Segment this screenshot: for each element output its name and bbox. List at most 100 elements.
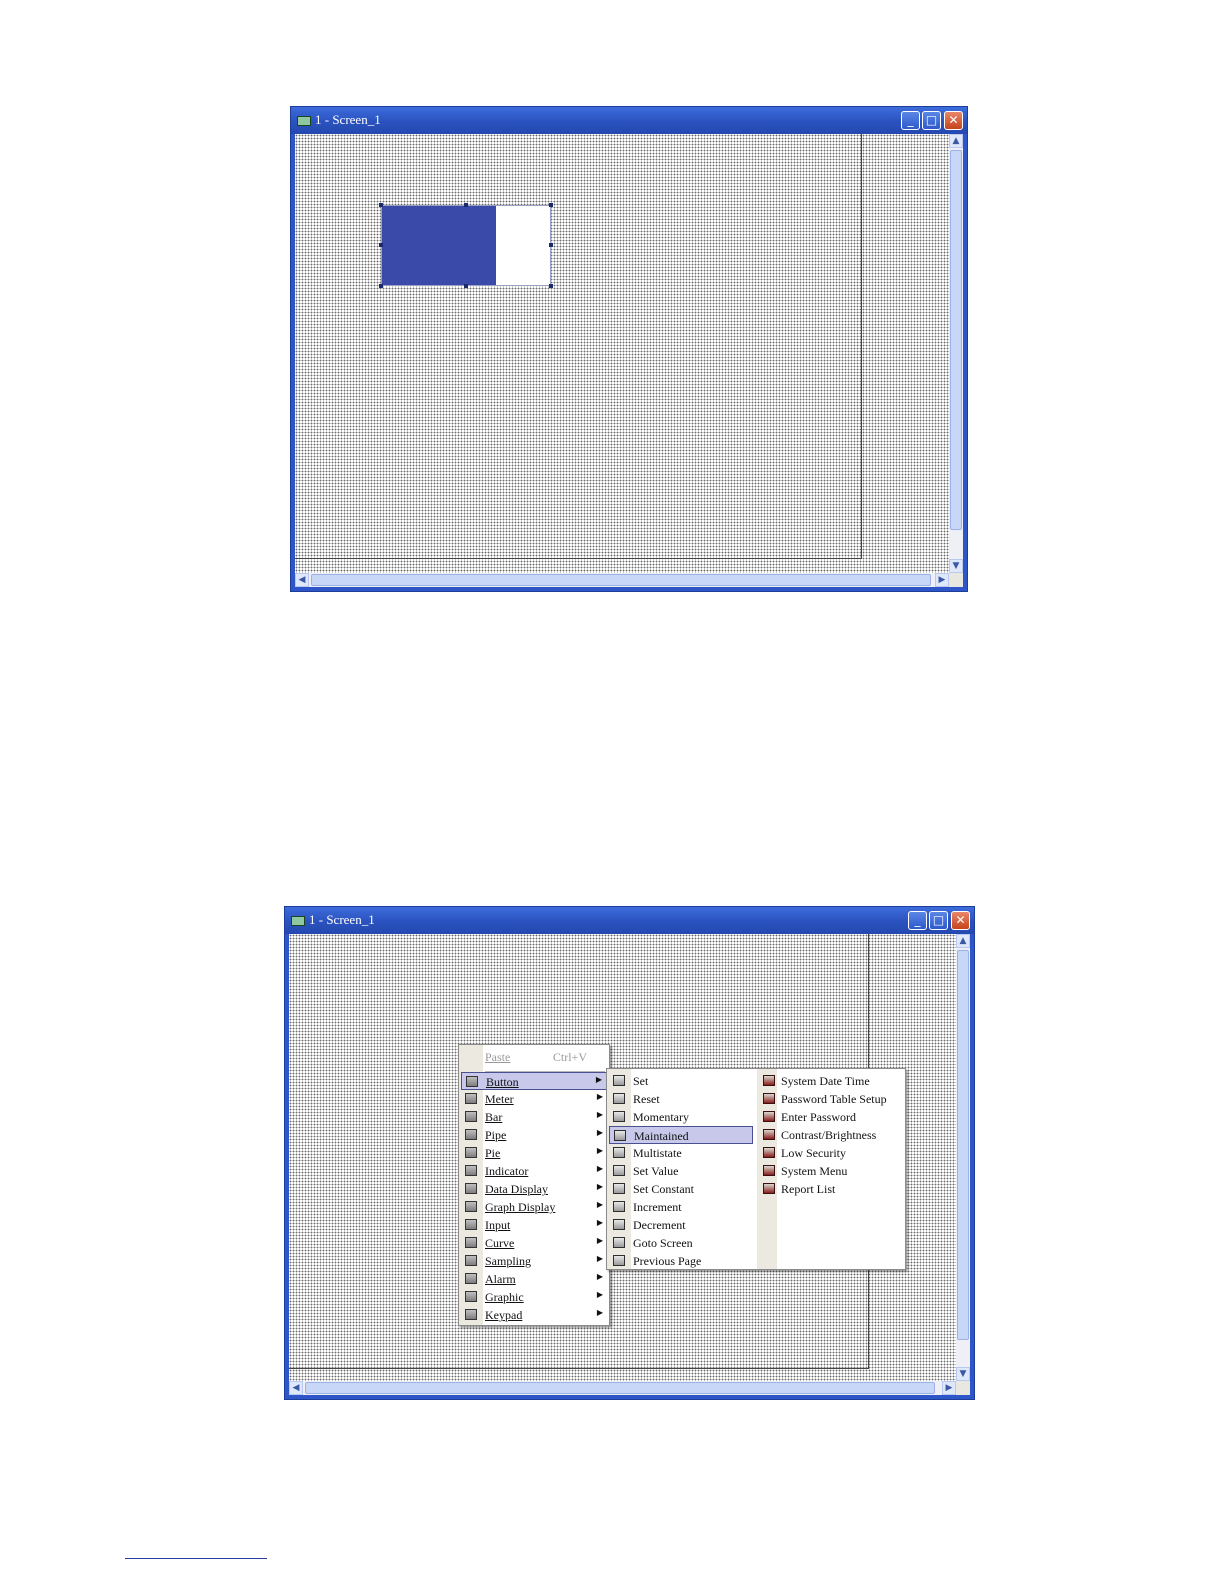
submenu-item-label: Password Table Setup — [781, 1092, 887, 1106]
menu-item-curve[interactable]: Curve ▶ — [461, 1234, 607, 1252]
menu-item-meter[interactable]: Meter ▶ — [461, 1090, 607, 1108]
vertical-scrollbar[interactable]: ▲ ▼ — [956, 934, 970, 1381]
scroll-right-button[interactable]: ▶ — [935, 573, 949, 587]
menu-item-input[interactable]: Input ▶ — [461, 1216, 607, 1234]
vertical-scroll-thumb[interactable] — [957, 950, 969, 1340]
title-bar[interactable]: 1 - Screen_1 _ □ ✕ — [291, 107, 967, 134]
menu-item-graph-display[interactable]: Graph Display ▶ — [461, 1198, 607, 1216]
horizontal-scrollbar[interactable]: ◀ ▶ — [295, 573, 949, 587]
minimize-button[interactable]: _ — [901, 111, 920, 130]
submenu-item-label: Reset — [633, 1092, 660, 1106]
button-icon — [613, 1147, 625, 1158]
scroll-left-button[interactable]: ◀ — [295, 573, 309, 587]
screen-canvas[interactable]: ▲ ▼ ◀ ▶ — [295, 134, 963, 587]
submenu-item-label: Maintained — [634, 1129, 689, 1143]
menu-item-label: Sampling — [485, 1254, 532, 1268]
submenu-item-system-menu[interactable]: System Menu — [759, 1162, 903, 1180]
submenu-item-password-table-setup[interactable]: Password Table Setup — [759, 1090, 903, 1108]
submenu-item-set-constant[interactable]: Set Constant — [609, 1180, 753, 1198]
menu-item-indicator[interactable]: Indicator ▶ — [461, 1162, 607, 1180]
scroll-down-button[interactable]: ▼ — [949, 559, 963, 573]
title-bar[interactable]: 1 - Screen_1 _ □ ✕ — [285, 907, 974, 934]
resize-handle[interactable] — [549, 284, 553, 288]
maximize-button[interactable]: □ — [929, 911, 948, 930]
submenu-item-report-list[interactable]: Report List — [759, 1180, 903, 1198]
menu-item-sampling[interactable]: Sampling ▶ — [461, 1252, 607, 1270]
menu-item-pipe[interactable]: Pipe ▶ — [461, 1126, 607, 1144]
pipe-icon — [465, 1129, 477, 1140]
submenu-item-label: Set Value — [633, 1164, 679, 1178]
submenu-item-label: Momentary — [633, 1110, 689, 1124]
system-button-icon — [763, 1147, 775, 1158]
menu-item-paste[interactable]: Paste Ctrl+V — [461, 1048, 607, 1066]
resize-handle[interactable] — [379, 243, 383, 247]
horizontal-scroll-thumb[interactable] — [305, 1382, 935, 1394]
menu-item-label: Pie — [485, 1146, 501, 1160]
menu-item-alarm[interactable]: Alarm ▶ — [461, 1270, 607, 1288]
menu-item-bar[interactable]: Bar ▶ — [461, 1108, 607, 1126]
submenu-item-set-value[interactable]: Set Value — [609, 1162, 753, 1180]
minimize-button[interactable]: _ — [908, 911, 927, 930]
menu-item-label: Button — [486, 1075, 519, 1089]
submenu-item-system-date-time[interactable]: System Date Time — [759, 1072, 903, 1090]
input-icon — [465, 1219, 477, 1230]
pie-icon — [465, 1147, 477, 1158]
button-icon — [613, 1237, 625, 1248]
menu-item-data-display[interactable]: Data Display ▶ — [461, 1180, 607, 1198]
sampling-icon — [465, 1255, 477, 1266]
meter-icon — [465, 1093, 477, 1104]
grid-area[interactable] — [295, 134, 949, 573]
scroll-right-button[interactable]: ▶ — [942, 1381, 956, 1395]
menu-item-label: Pipe — [485, 1128, 507, 1142]
screen-boundary-bottom — [295, 558, 862, 559]
resize-handle[interactable] — [549, 243, 553, 247]
resize-handle[interactable] — [464, 203, 468, 207]
vertical-scrollbar[interactable]: ▲ ▼ — [949, 134, 963, 573]
scroll-left-button[interactable]: ◀ — [289, 1381, 303, 1395]
submenu-item-low-security[interactable]: Low Security — [759, 1144, 903, 1162]
submenu-item-momentary[interactable]: Momentary — [609, 1108, 753, 1126]
horizontal-scrollbar[interactable]: ◀ ▶ — [289, 1381, 956, 1395]
submenu-item-set[interactable]: Set — [609, 1072, 753, 1090]
submenu-item-label: System Menu — [781, 1164, 848, 1178]
maximize-button[interactable]: □ — [922, 111, 941, 130]
submenu-arrow-icon: ▶ — [595, 1075, 602, 1084]
screen-boundary-bottom — [289, 1368, 869, 1369]
submenu-item-maintained[interactable]: Maintained — [609, 1126, 753, 1144]
submenu-item-multistate[interactable]: Multistate — [609, 1144, 753, 1162]
submenu-item-label: Decrement — [633, 1218, 686, 1232]
submenu-item-decrement[interactable]: Decrement — [609, 1216, 753, 1234]
resize-handle[interactable] — [464, 284, 468, 288]
menu-item-pie[interactable]: Pie ▶ — [461, 1144, 607, 1162]
menu-item-label: Alarm — [485, 1272, 516, 1286]
scroll-down-button[interactable]: ▼ — [956, 1367, 970, 1381]
submenu-item-previous-page[interactable]: Previous Page — [609, 1252, 753, 1270]
submenu-item-increment[interactable]: Increment — [609, 1198, 753, 1216]
close-button[interactable]: ✕ — [951, 911, 970, 930]
resize-handle[interactable] — [549, 203, 553, 207]
submenu-arrow-icon: ▶ — [596, 1254, 603, 1263]
submenu-item-enter-password[interactable]: Enter Password — [759, 1108, 903, 1126]
submenu-item-reset[interactable]: Reset — [609, 1090, 753, 1108]
submenu-arrow-icon: ▶ — [596, 1308, 603, 1317]
submenu-arrow-icon: ▶ — [596, 1092, 603, 1101]
resize-handle[interactable] — [379, 203, 383, 207]
button-icon — [613, 1201, 625, 1212]
menu-item-label: Meter — [485, 1092, 514, 1106]
menu-item-button[interactable]: Button ▶ — [461, 1072, 607, 1090]
menu-item-keypad[interactable]: Keypad ▶ — [461, 1306, 607, 1324]
vertical-scroll-thumb[interactable] — [950, 150, 962, 530]
button-icon — [613, 1219, 625, 1230]
menu-item-graphic[interactable]: Graphic ▶ — [461, 1288, 607, 1306]
size-grip[interactable] — [956, 1381, 970, 1395]
resize-handle[interactable] — [379, 284, 383, 288]
scroll-up-button[interactable]: ▲ — [956, 934, 970, 948]
horizontal-scroll-thumb[interactable] — [311, 574, 931, 586]
selected-button-object[interactable] — [381, 205, 551, 286]
close-button[interactable]: ✕ — [944, 111, 963, 130]
scroll-up-button[interactable]: ▲ — [949, 134, 963, 148]
submenu-item-goto-screen[interactable]: Goto Screen — [609, 1234, 753, 1252]
size-grip[interactable] — [949, 573, 963, 587]
submenu-item-label: Previous Page — [633, 1254, 702, 1268]
submenu-item-contrast-brightness[interactable]: Contrast/Brightness — [759, 1126, 903, 1144]
